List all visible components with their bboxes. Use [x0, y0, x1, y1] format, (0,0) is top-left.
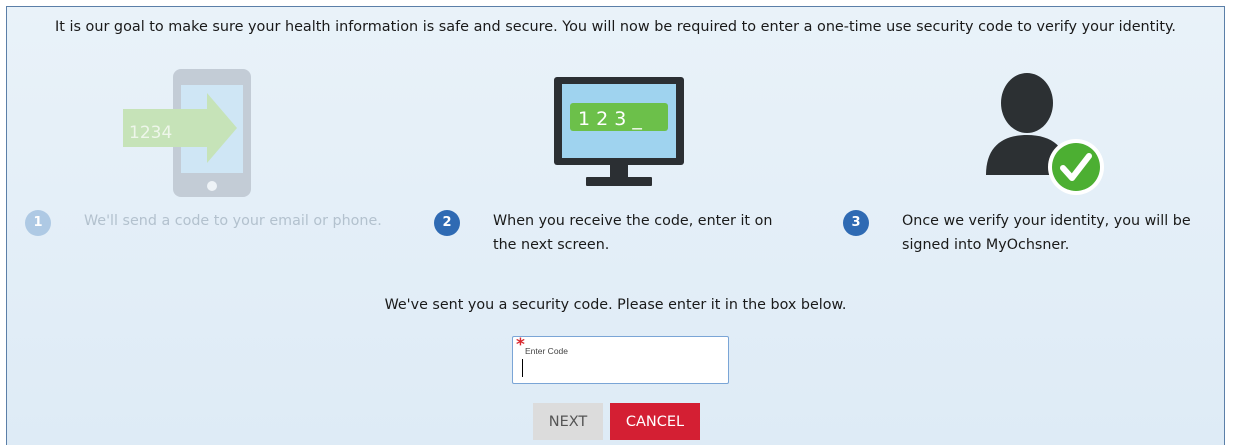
next-button[interactable]: NEXT	[533, 403, 603, 440]
user-verified-icon	[982, 71, 1108, 203]
step-3-number: 3	[843, 210, 869, 236]
enter-code-field[interactable]: * Enter Code	[512, 336, 729, 384]
monitor-code-icon: 1 2 3 _	[552, 75, 688, 195]
required-marker: *	[516, 335, 525, 355]
text-caret	[522, 359, 523, 377]
cancel-button[interactable]: CANCEL	[610, 403, 700, 440]
step-1-number: 1	[25, 210, 51, 236]
step-3-text: Once we verify your identity, you will b…	[902, 213, 1191, 253]
step-2-number: 2	[434, 210, 460, 236]
verification-panel: It is our goal to make sure your health …	[6, 6, 1225, 445]
phone-send-code-icon: 1234	[115, 67, 255, 203]
phone-code-text: 1234	[129, 123, 172, 143]
enter-code-label: Enter Code	[525, 346, 568, 356]
sent-code-message: We've sent you a security code. Please e…	[384, 297, 847, 313]
step-2-text: When you receive the code, enter it on t…	[493, 213, 773, 253]
intro-text: It is our goal to make sure your health …	[54, 19, 1176, 35]
code-input[interactable]	[520, 359, 720, 379]
monitor-code-text: 1 2 3 _	[578, 108, 642, 130]
step-1-text: We'll send a code to your email or phone…	[84, 213, 382, 229]
